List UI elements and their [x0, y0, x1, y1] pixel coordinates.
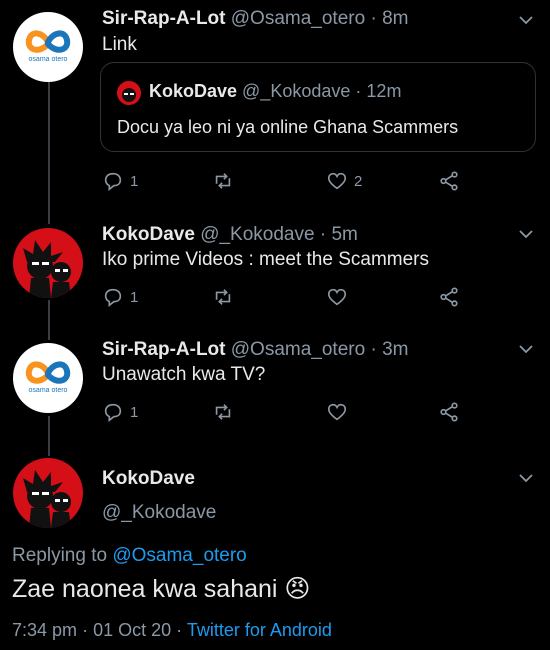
separator: ·: [319, 224, 327, 245]
share-icon: [440, 402, 458, 422]
quote-avatar: [117, 81, 141, 105]
tweet-text: Iko prime Videos : meet the Scammers: [102, 249, 429, 270]
cartoon-characters-icon: [23, 240, 71, 298]
author-handle[interactable]: @_Kokodave: [200, 224, 314, 245]
thread-line: [48, 300, 50, 340]
share-button[interactable]: [438, 286, 460, 308]
brand-logo-icon: [25, 30, 71, 53]
avatar-caption: osama otero: [28, 56, 68, 63]
tweet-text-container: Zae naonea kwa sahani 😠: [12, 574, 310, 604]
angry-face-icon: 😠: [284, 575, 311, 603]
retweet-icon: [215, 289, 231, 305]
tweet-time: 5m: [331, 224, 358, 245]
reply-icon: [104, 403, 122, 422]
cartoon-face-icon: [122, 88, 136, 102]
heart-icon: [327, 288, 347, 306]
chevron-down-icon[interactable]: [518, 14, 534, 26]
author-name[interactable]: Sir-Rap-A-Lot: [102, 339, 225, 360]
cartoon-characters-icon: [23, 470, 71, 528]
tweet-date: 01 Oct 20: [93, 620, 172, 640]
replying-to: Replying to @Osama_otero: [12, 545, 247, 567]
reply-icon: [104, 288, 122, 307]
retweet-button[interactable]: [212, 401, 234, 423]
author-name[interactable]: KokoDave: [102, 224, 195, 245]
chevron-down-icon[interactable]: [518, 343, 534, 355]
replying-to-handle[interactable]: @Osama_otero: [112, 545, 246, 566]
reply-button[interactable]: 1: [102, 401, 138, 423]
tweet-time: 3m: [382, 339, 409, 360]
quote-author-handle: @_Kokodave: [242, 81, 351, 101]
quote-author-name: KokoDave: [149, 81, 238, 101]
like-button[interactable]: 2: [326, 170, 362, 192]
author-name[interactable]: KokoDave: [102, 468, 195, 489]
retweet-icon: [215, 404, 231, 420]
avatar-caption: osama otero: [28, 387, 68, 394]
chevron-down-icon[interactable]: [518, 472, 534, 484]
share-icon: [440, 171, 458, 191]
share-button[interactable]: [438, 401, 460, 423]
retweet-button[interactable]: [212, 286, 234, 308]
separator: ·: [355, 81, 362, 101]
tweet-actions: 1: [102, 286, 462, 312]
like-button[interactable]: [326, 286, 348, 308]
tweet-actions: 1 2: [102, 170, 462, 196]
avatar[interactable]: [13, 228, 83, 298]
reply-icon: [104, 172, 122, 191]
tweet-source[interactable]: Twitter for Android: [187, 620, 332, 640]
share-button[interactable]: [438, 170, 460, 192]
avatar[interactable]: [13, 458, 83, 528]
separator: ·: [176, 620, 183, 640]
reply-count: 1: [130, 403, 139, 421]
retweet-button[interactable]: [212, 170, 234, 192]
like-count: 2: [354, 172, 363, 190]
like-button[interactable]: [326, 401, 348, 423]
tweet-text: Unawatch kwa TV?: [102, 364, 266, 385]
replying-to-label: Replying to: [12, 545, 108, 566]
quote-text: Docu ya leo ni ya online Ghana Scammers: [117, 117, 459, 137]
reply-button[interactable]: 1: [102, 286, 138, 308]
author-handle[interactable]: @Osama_otero: [231, 339, 365, 360]
separator: ·: [370, 8, 377, 29]
tweet-actions: 1: [102, 401, 462, 427]
avatar[interactable]: osama otero: [13, 12, 83, 82]
retweet-icon: [215, 173, 231, 189]
thread-line: [48, 416, 50, 456]
author-handle[interactable]: @_Kokodave: [102, 502, 216, 524]
author-handle[interactable]: @Osama_otero: [231, 8, 365, 29]
heart-icon: [327, 403, 347, 421]
tweet-text: Zae naonea kwa sahani: [12, 575, 278, 603]
reply-count: 1: [130, 288, 139, 306]
chevron-down-icon[interactable]: [518, 228, 534, 240]
tweet-meta: 7:34 pm · 01 Oct 20 · Twitter for Androi…: [12, 620, 332, 641]
heart-icon: [327, 172, 347, 190]
share-icon: [440, 287, 458, 307]
reply-count: 1: [130, 172, 139, 190]
brand-logo-icon: [25, 361, 71, 384]
reply-button[interactable]: 1: [102, 170, 138, 192]
quoted-tweet[interactable]: KokoDave @_Kokodave · 12m Docu ya leo ni…: [100, 62, 536, 152]
tweet-time: 8m: [382, 8, 409, 29]
author-name[interactable]: Sir-Rap-A-Lot: [102, 8, 225, 29]
tweet-time: 7:34 pm: [12, 620, 78, 640]
avatar[interactable]: osama otero: [13, 343, 83, 413]
thread-line: [48, 82, 50, 224]
quote-time: 12m: [366, 81, 402, 101]
separator: ·: [82, 620, 89, 640]
separator: ·: [370, 339, 377, 360]
tweet-text: Link: [102, 34, 137, 55]
